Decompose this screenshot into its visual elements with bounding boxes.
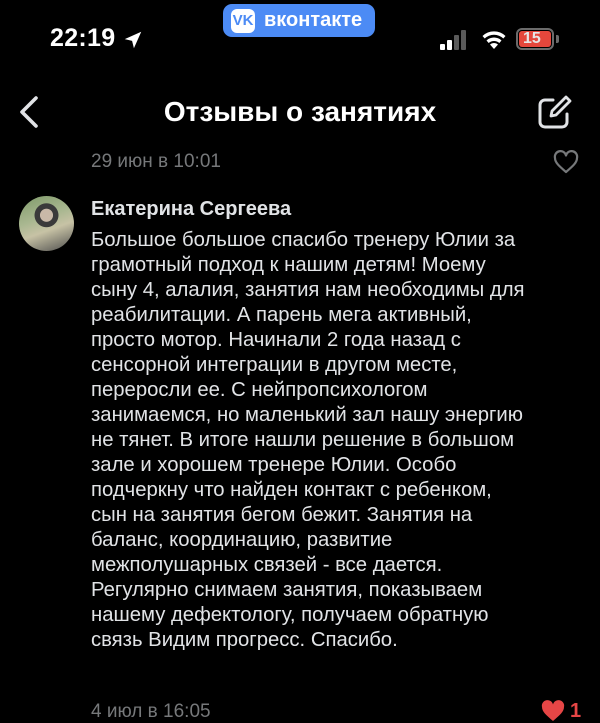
vk-logo-icon: VK xyxy=(231,8,255,33)
heart-filled-icon xyxy=(541,700,565,721)
battery-fill: 15 xyxy=(519,30,551,47)
like-button[interactable]: 1 xyxy=(540,699,581,723)
wifi-icon xyxy=(482,31,506,49)
like-count: 1 xyxy=(570,699,582,722)
heart-outline-icon[interactable] xyxy=(553,150,579,174)
app-badge-label: вконтакте xyxy=(264,9,363,31)
post-date: 29 июн в 10:01 xyxy=(91,151,221,172)
battery-level: 15 xyxy=(523,30,541,47)
page-title: Отзывы о занятиях xyxy=(163,96,437,127)
cellular-signal-icon xyxy=(440,30,466,50)
location-arrow-icon xyxy=(124,31,142,49)
screen: 22:19 VK вконтакте 15 Отзывы о занятиях … xyxy=(0,0,600,723)
back-to-app-badge[interactable]: VK вконтакте xyxy=(223,4,375,37)
battery-indicator: 15 xyxy=(516,28,554,50)
edit-icon[interactable] xyxy=(535,94,573,132)
status-time: 22:19 xyxy=(50,24,116,52)
battery-tip xyxy=(556,35,559,43)
avatar[interactable] xyxy=(19,196,74,251)
review-date: 4 июл в 16:05 xyxy=(91,701,211,722)
review-text: Большое большое спасибо тренеру Юлии за … xyxy=(91,229,525,651)
author-name[interactable]: Екатерина Сергеева xyxy=(91,198,291,221)
